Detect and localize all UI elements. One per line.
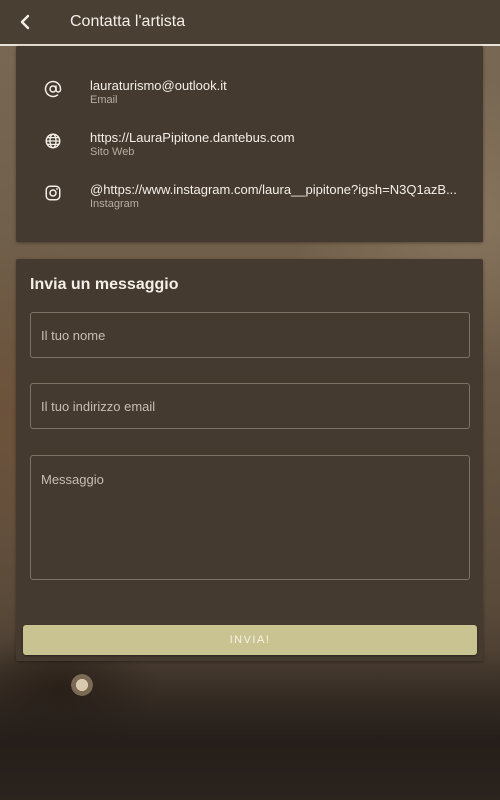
contact-label: Email [90, 94, 118, 106]
contact-value: https://LauraPipitone.dantebus.com [90, 130, 295, 145]
contact-label: Sito Web [90, 146, 135, 158]
message-textarea[interactable] [30, 455, 470, 580]
message-form-card: Invia un messaggio INVIA! [16, 259, 483, 661]
app-bar: Contatta l'artista [0, 0, 500, 46]
contact-row-instagram[interactable]: @https://www.instagram.com/laura__pipito… [16, 182, 483, 222]
submit-button[interactable]: INVIA! [23, 625, 477, 655]
contact-info-card: lauraturismo@outlook.it Email https://La… [16, 46, 483, 242]
form-title: Invia un messaggio [30, 276, 179, 293]
globe-icon [45, 133, 61, 149]
contact-value: @https://www.instagram.com/laura__pipito… [90, 182, 457, 197]
at-sign-icon [44, 80, 62, 98]
contact-label: Instagram [90, 198, 139, 210]
chevron-left-icon [20, 14, 30, 30]
email-input[interactable] [30, 383, 470, 429]
page-title: Contatta l'artista [70, 13, 186, 30]
background-ornament [62, 672, 102, 698]
name-input[interactable] [30, 312, 470, 358]
contact-value: lauraturismo@outlook.it [90, 78, 227, 93]
contact-row-email[interactable]: lauraturismo@outlook.it Email [16, 78, 483, 118]
contact-row-website[interactable]: https://LauraPipitone.dantebus.com Sito … [16, 130, 483, 170]
back-button[interactable] [0, 0, 50, 44]
instagram-icon [45, 185, 61, 201]
